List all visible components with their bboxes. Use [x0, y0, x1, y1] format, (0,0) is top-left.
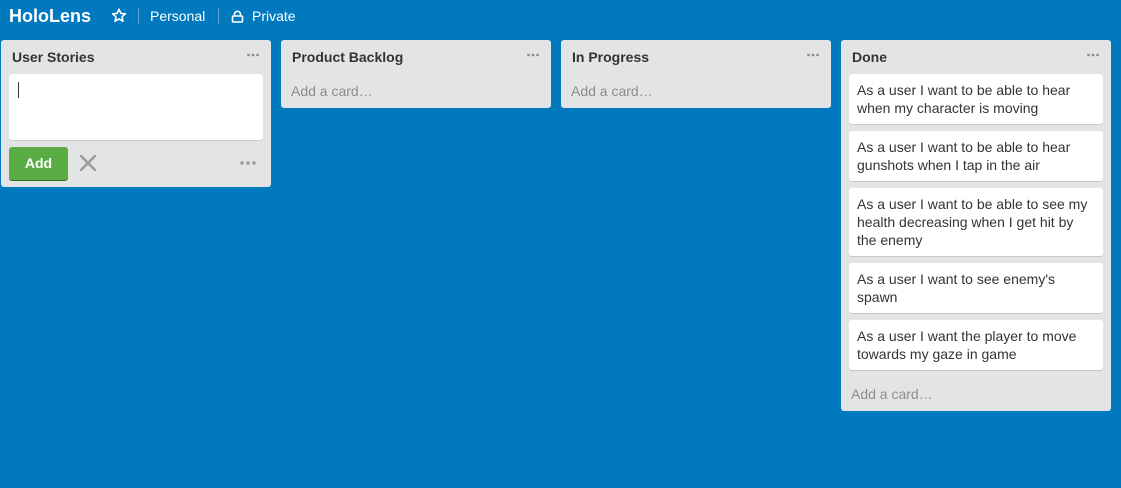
list-in-progress: In Progress Add a card… [561, 40, 831, 108]
visibility-button[interactable]: Private [231, 7, 296, 25]
list-card[interactable]: As a user I want the player to move towa… [849, 320, 1103, 370]
more-options-icon[interactable] [239, 155, 257, 171]
add-card-link[interactable]: Add a card… [291, 82, 373, 100]
star-icon[interactable] [110, 7, 128, 25]
list-card[interactable]: As a user I want to see enemy's spawn [849, 263, 1103, 313]
list-title[interactable]: Product Backlog [292, 48, 403, 66]
add-card-link[interactable]: Add a card… [571, 82, 653, 100]
board-header: HoloLens Personal Private [0, 0, 1121, 32]
list-card[interactable]: As a user I want to be able to see my he… [849, 188, 1103, 256]
header-divider [218, 8, 219, 24]
list-menu-icon[interactable] [1086, 48, 1100, 62]
board-title[interactable]: HoloLens [9, 5, 91, 27]
text-caret [18, 82, 19, 98]
list-menu-icon[interactable] [806, 48, 820, 62]
list-product-backlog: Product Backlog Add a card… [281, 40, 551, 108]
card-composer-textarea[interactable] [9, 74, 263, 140]
visibility-label: Private [252, 8, 296, 24]
list-menu-icon[interactable] [246, 48, 260, 62]
add-card-link[interactable]: Add a card… [851, 385, 933, 403]
list-menu-icon[interactable] [526, 48, 540, 62]
header-divider [138, 8, 139, 24]
list-done: Done As a user I want to be able to hear… [841, 40, 1111, 411]
list-title[interactable]: User Stories [12, 48, 94, 66]
lock-icon [231, 10, 244, 23]
list-card[interactable]: As a user I want to be able to hear when… [849, 74, 1103, 124]
list-user-stories: User Stories Add [1, 40, 271, 187]
team-button[interactable]: Personal [150, 7, 205, 25]
close-icon[interactable] [79, 154, 97, 172]
add-card-button[interactable]: Add [9, 147, 68, 180]
list-title[interactable]: Done [852, 48, 887, 66]
list-card[interactable]: As a user I want to be able to hear guns… [849, 131, 1103, 181]
list-title[interactable]: In Progress [572, 48, 649, 66]
